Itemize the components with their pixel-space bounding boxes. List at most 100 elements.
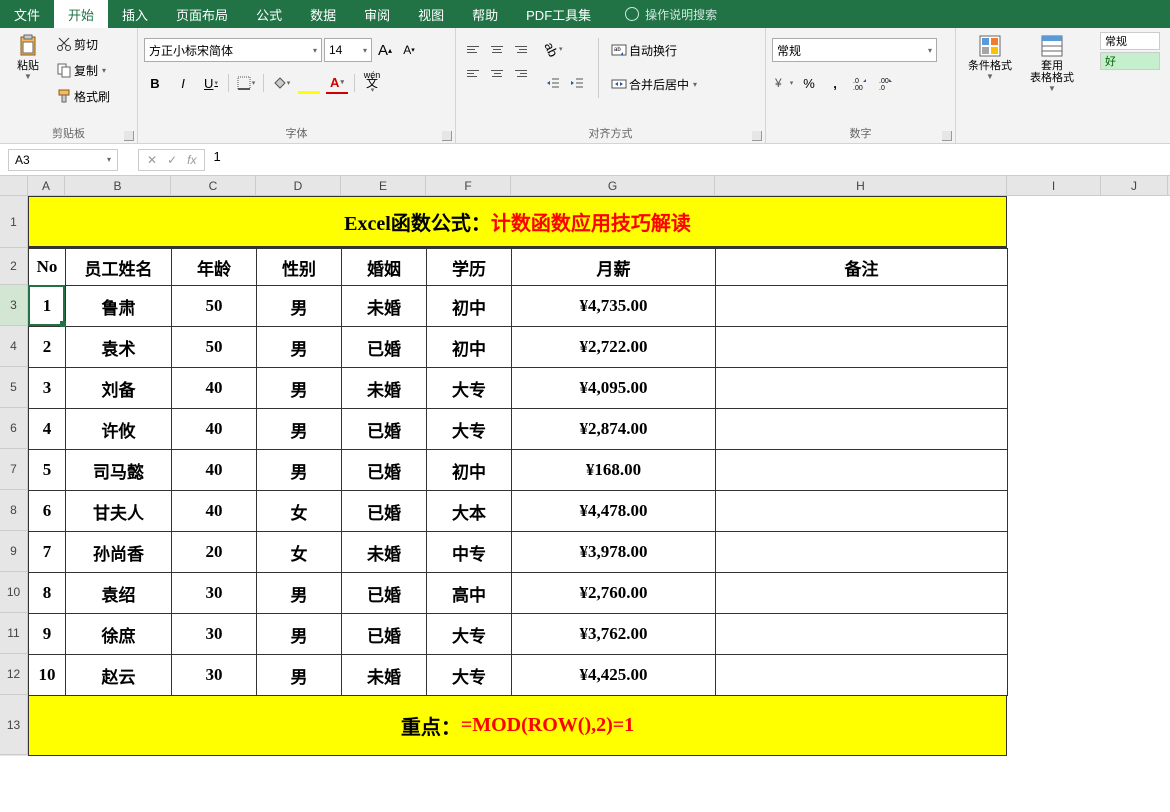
cell[interactable]: 5	[29, 450, 66, 491]
cell[interactable]	[716, 327, 1008, 368]
cell[interactable]: 初中	[427, 450, 512, 491]
row-header[interactable]: 11	[0, 613, 28, 654]
wrap-text-button[interactable]: ab 自动换行	[609, 38, 699, 62]
bold-button[interactable]: B	[144, 72, 166, 94]
cancel-formula-button[interactable]: ✕	[147, 153, 157, 167]
cell[interactable]: 孙尚香	[66, 532, 172, 573]
increase-font-button[interactable]: A▴	[374, 39, 396, 61]
tab-数据[interactable]: 数据	[296, 0, 350, 28]
row-header[interactable]: 4	[0, 326, 28, 367]
cell[interactable]	[716, 532, 1008, 573]
border-button[interactable]: ▾	[235, 72, 257, 94]
cell[interactable]: 30	[172, 655, 257, 696]
cell[interactable]: 鲁肃	[66, 286, 172, 327]
cell[interactable]	[716, 573, 1008, 614]
table-header[interactable]: 备注	[716, 249, 1008, 286]
row-header[interactable]: 2	[0, 248, 28, 285]
font-name-select[interactable]: 方正小标宋简体▾	[144, 38, 322, 62]
cell[interactable]: ¥3,978.00	[512, 532, 716, 573]
font-size-select[interactable]: 14▾	[324, 38, 372, 62]
cell[interactable]: 男	[257, 368, 342, 409]
cell[interactable]: 司马懿	[66, 450, 172, 491]
cell[interactable]: 男	[257, 450, 342, 491]
row-header[interactable]: 8	[0, 490, 28, 531]
cell[interactable]	[716, 491, 1008, 532]
column-header[interactable]: F	[426, 176, 511, 195]
table-header[interactable]: 学历	[427, 249, 512, 286]
cell[interactable]: 7	[29, 532, 66, 573]
cell[interactable]: 袁术	[66, 327, 172, 368]
cell[interactable]: 20	[172, 532, 257, 573]
align-middle-button[interactable]	[486, 38, 508, 60]
format-painter-button[interactable]: 格式刷	[54, 84, 112, 108]
insert-function-button[interactable]: fx	[187, 153, 196, 167]
cell[interactable]: 男	[257, 655, 342, 696]
cell[interactable]: ¥168.00	[512, 450, 716, 491]
cell[interactable]: 女	[257, 491, 342, 532]
increase-indent-button[interactable]	[566, 72, 588, 94]
cell[interactable]: 大专	[427, 368, 512, 409]
decrease-font-button[interactable]: A▾	[398, 39, 420, 61]
italic-button[interactable]: I	[172, 72, 194, 94]
cell[interactable]: 已婚	[342, 409, 427, 450]
table-format-button[interactable]: 套用 表格格式 ▼	[1022, 32, 1082, 95]
table-header[interactable]: 婚姻	[342, 249, 427, 286]
row-header[interactable]: 1	[0, 196, 28, 248]
copy-button[interactable]: 复制 ▾	[54, 58, 112, 82]
row-header[interactable]: 5	[0, 367, 28, 408]
cell[interactable]: 女	[257, 532, 342, 573]
decrease-indent-button[interactable]	[542, 72, 564, 94]
cell[interactable]: ¥4,425.00	[512, 655, 716, 696]
cell[interactable]: 已婚	[342, 573, 427, 614]
cell[interactable]: 男	[257, 573, 342, 614]
cell[interactable]: 3	[29, 368, 66, 409]
tab-文件[interactable]: 文件	[0, 0, 54, 28]
cell[interactable]: ¥2,874.00	[512, 409, 716, 450]
cell[interactable]: 50	[172, 286, 257, 327]
column-header[interactable]: D	[256, 176, 341, 195]
cell[interactable]: 30	[172, 573, 257, 614]
cell[interactable]: 男	[257, 409, 342, 450]
tab-公式[interactable]: 公式	[242, 0, 296, 28]
formula-input[interactable]: 1	[205, 149, 1170, 171]
cell[interactable]	[716, 614, 1008, 655]
cell[interactable]: 未婚	[342, 532, 427, 573]
merge-center-button[interactable]: 合并后居中 ▾	[609, 72, 699, 96]
cell[interactable]: 未婚	[342, 368, 427, 409]
row-header[interactable]: 10	[0, 572, 28, 613]
row-header[interactable]: 6	[0, 408, 28, 449]
cell[interactable]: 大专	[427, 655, 512, 696]
column-header[interactable]: E	[341, 176, 426, 195]
cell[interactable]: 高中	[427, 573, 512, 614]
cell[interactable]: 男	[257, 286, 342, 327]
cell[interactable]: ¥2,760.00	[512, 573, 716, 614]
row-header[interactable]: 9	[0, 531, 28, 572]
cell[interactable]: 未婚	[342, 286, 427, 327]
cell[interactable]: 未婚	[342, 655, 427, 696]
decrease-decimal-button[interactable]: .00.0	[876, 72, 898, 94]
select-all-corner[interactable]	[0, 176, 28, 195]
cell[interactable]: 40	[172, 491, 257, 532]
cell-style-normal[interactable]: 常规	[1100, 32, 1160, 50]
cell[interactable]: 50	[172, 327, 257, 368]
align-bottom-button[interactable]	[510, 38, 532, 60]
cut-button[interactable]: 剪切	[54, 32, 112, 56]
cell[interactable]: 已婚	[342, 450, 427, 491]
fill-color-button[interactable]: ▾	[270, 72, 292, 94]
footer-cell[interactable]: 重点：=MOD(ROW(),2)=1	[28, 696, 1007, 756]
row-header[interactable]: 7	[0, 449, 28, 490]
cell[interactable]: 初中	[427, 286, 512, 327]
table-header[interactable]: 年龄	[172, 249, 257, 286]
cell[interactable]	[716, 286, 1008, 327]
cell[interactable]: 男	[257, 327, 342, 368]
cell[interactable]: 9	[29, 614, 66, 655]
tab-插入[interactable]: 插入	[108, 0, 162, 28]
cell[interactable]: 30	[172, 614, 257, 655]
cell[interactable]: 甘夫人	[66, 491, 172, 532]
cell[interactable]: 袁绍	[66, 573, 172, 614]
cell[interactable]: 中专	[427, 532, 512, 573]
row-header[interactable]: 13	[0, 695, 28, 755]
cell[interactable]	[716, 409, 1008, 450]
column-header[interactable]: I	[1007, 176, 1101, 195]
tab-审阅[interactable]: 审阅	[350, 0, 404, 28]
